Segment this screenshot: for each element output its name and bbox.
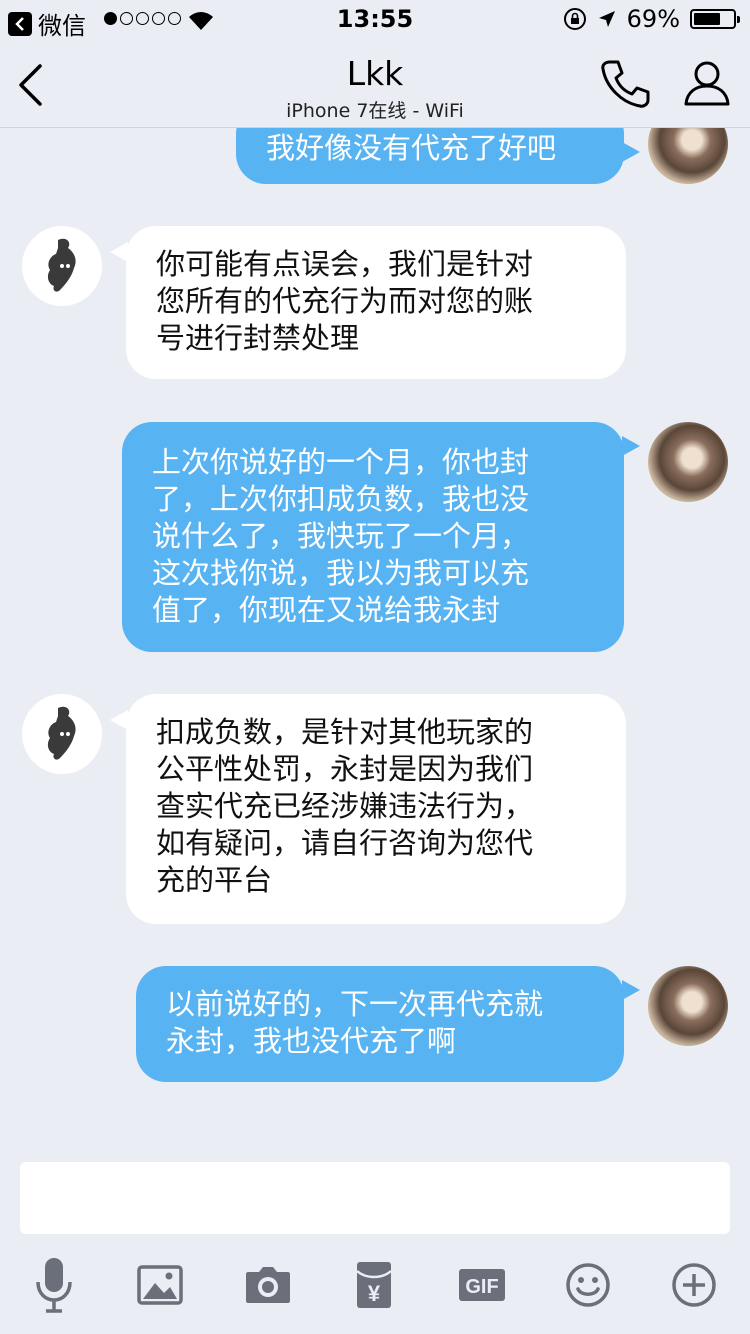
cat-logo-icon <box>47 706 76 760</box>
bubble-tail <box>622 980 640 1000</box>
contact-avatar[interactable] <box>22 694 102 774</box>
red-packet-symbol: ¥ <box>368 1281 381 1306</box>
more-button[interactable] <box>664 1252 724 1318</box>
photo-button[interactable] <box>130 1252 190 1318</box>
chat-header: Lkk iPhone 7在线 - WiFi <box>0 40 750 128</box>
emoji-icon <box>566 1263 610 1307</box>
profile-icon[interactable] <box>682 58 732 108</box>
chat-area[interactable]: 我好像没有代充了好吧 你可能有点误会，我们是针对 您所有的代充行为而对您的账 号… <box>0 128 750 1158</box>
emoji-button[interactable] <box>558 1252 618 1318</box>
location-arrow-icon <box>598 11 615 27</box>
red-packet-button[interactable]: ¥ <box>344 1252 404 1318</box>
bubble-tail <box>622 436 640 456</box>
outgoing-message-bubble[interactable]: 以前说好的，下一次再代充就 永封，我也没代充了啊 <box>136 966 624 1082</box>
camera-icon <box>246 1267 290 1303</box>
incoming-message-bubble[interactable]: 扣成负数，是针对其他玩家的 公平性处罚，永封是因为我们 查实代充已经涉嫌违法行为… <box>126 694 626 924</box>
gif-icon: GIF <box>459 1269 505 1301</box>
gif-button[interactable]: GIF <box>452 1252 512 1318</box>
my-avatar[interactable] <box>648 128 728 184</box>
microphone-icon <box>36 1258 72 1313</box>
gif-label: GIF <box>465 1276 498 1298</box>
camera-button[interactable] <box>238 1252 298 1318</box>
my-avatar[interactable] <box>648 422 728 502</box>
phone-call-icon[interactable] <box>598 58 652 110</box>
bubble-tail <box>622 142 640 162</box>
battery-icon <box>690 9 740 29</box>
my-avatar[interactable] <box>648 966 728 1046</box>
battery-percent: 69% <box>626 5 680 33</box>
contact-avatar[interactable] <box>22 226 102 306</box>
incoming-message-bubble[interactable]: 你可能有点误会，我们是针对 您所有的代充行为而对您的账 号进行封禁处理 <box>126 226 626 379</box>
outgoing-message-bubble[interactable]: 我好像没有代充了好吧 <box>236 128 624 184</box>
image-icon <box>137 1265 183 1305</box>
voice-button[interactable] <box>24 1252 84 1318</box>
status-bar: 微信 13:55 69% <box>0 0 750 40</box>
red-packet-icon: ¥ <box>356 1262 392 1308</box>
cat-logo-icon <box>47 238 76 292</box>
orientation-lock-icon <box>563 8 586 30</box>
message-input[interactable] <box>20 1162 730 1234</box>
outgoing-message-bubble[interactable]: 上次你说好的一个月，你也封 了，上次你扣成负数，我也没 说什么了，我快玩了一个月… <box>122 422 624 652</box>
plus-icon <box>672 1263 716 1307</box>
input-toolbar: ¥ GIF <box>0 1252 750 1322</box>
